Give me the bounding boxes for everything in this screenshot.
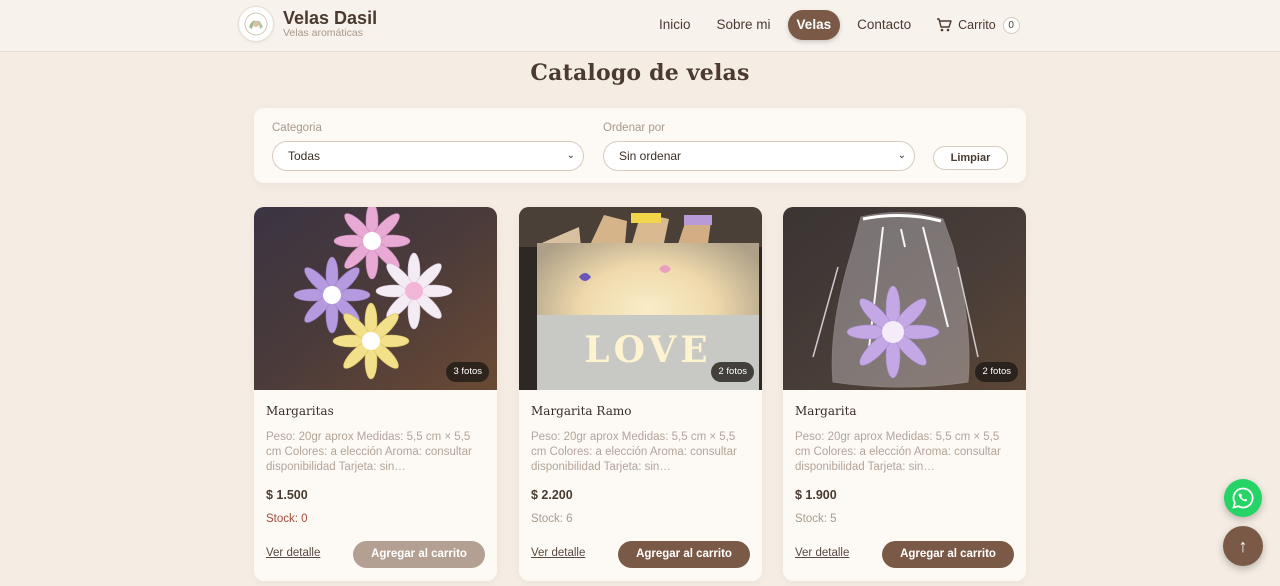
product-description: Peso: 20gr aprox Medidas: 5,5 cm × 5,5 c… (531, 431, 737, 473)
product-name: Margarita Ramo (531, 404, 632, 418)
product-card: 2 fotos Margarita Peso: 20gr aprox Medid… (783, 207, 1026, 581)
cart-count-badge: 0 (1002, 16, 1020, 34)
site-header: Velas Dasil Velas aromáticas Inicio Sobr… (0, 0, 1280, 52)
nav-contacto[interactable]: Contacto (848, 10, 920, 40)
main-nav: Inicio Sobre mi Velas Contacto Carrito 0 (650, 10, 1020, 40)
product-description: Peso: 20gr aprox Medidas: 5,5 cm × 5,5 c… (795, 431, 1001, 473)
nav-inicio[interactable]: Inicio (650, 10, 700, 40)
product-price: $ 2.200 (531, 488, 573, 502)
sort-select[interactable]: Sin ordenar ⌄ (603, 141, 915, 171)
brand[interactable]: Velas Dasil Velas aromáticas (238, 6, 377, 42)
love-text: LOVE (584, 329, 711, 371)
product-card: 3 fotos Margaritas Peso: 20gr aprox Medi… (254, 207, 497, 581)
brand-subtitle: Velas aromáticas (283, 27, 363, 40)
add-to-cart-button[interactable]: Agregar al carrito (618, 541, 750, 568)
product-name: Margaritas (266, 404, 334, 418)
view-detail-link[interactable]: Ver detalle (266, 547, 320, 559)
category-select[interactable]: Todas ⌄ (272, 141, 584, 171)
add-to-cart-button[interactable]: Agregar al carrito (882, 541, 1014, 568)
cart-icon (937, 18, 952, 32)
product-name: Margarita (795, 404, 857, 418)
view-detail-link[interactable]: Ver detalle (795, 547, 849, 559)
page-title: Catalogo de velas (530, 60, 750, 86)
clear-filters-button[interactable]: Limpiar (933, 146, 1008, 170)
view-detail-link[interactable]: Ver detalle (531, 547, 585, 559)
whatsapp-icon (1232, 487, 1254, 509)
chevron-down-icon: ⌄ (566, 150, 575, 161)
chevron-down-icon: ⌄ (897, 150, 906, 161)
logo-icon (238, 6, 274, 42)
category-value: Todas (288, 149, 321, 163)
brand-name: Velas Dasil (283, 8, 378, 29)
filter-panel: Categoria Todas ⌄ Ordenar por Sin ordena… (254, 108, 1026, 183)
category-label: Categoria (272, 122, 322, 134)
product-card: LOVE 2 fotos Margarita Ramo Peso: 20gr a… (519, 207, 762, 581)
product-stock: Stock: 6 (531, 513, 573, 525)
photo-count-badge: 2 fotos (711, 362, 754, 382)
sort-value: Sin ordenar (619, 149, 682, 163)
photo-count-badge: 2 fotos (975, 362, 1018, 382)
product-stock: Stock: 5 (795, 513, 837, 525)
product-price: $ 1.500 (266, 488, 308, 502)
product-price: $ 1.900 (795, 488, 837, 502)
whatsapp-button[interactable] (1224, 479, 1262, 517)
cart-button[interactable]: Carrito 0 (936, 16, 1020, 34)
product-description: Peso: 20gr aprox Medidas: 5,5 cm × 5,5 c… (266, 431, 472, 473)
add-to-cart-button[interactable]: Agregar al carrito (353, 541, 485, 568)
product-stock: Stock: 0 (266, 513, 308, 525)
back-to-top-button[interactable]: ↑ (1223, 526, 1263, 566)
sort-label: Ordenar por (603, 122, 666, 134)
nav-sobre-mi[interactable]: Sobre mi (708, 10, 780, 40)
nav-velas[interactable]: Velas (787, 10, 841, 40)
cart-label: Carrito (958, 18, 996, 32)
photo-count-badge: 3 fotos (446, 362, 489, 382)
